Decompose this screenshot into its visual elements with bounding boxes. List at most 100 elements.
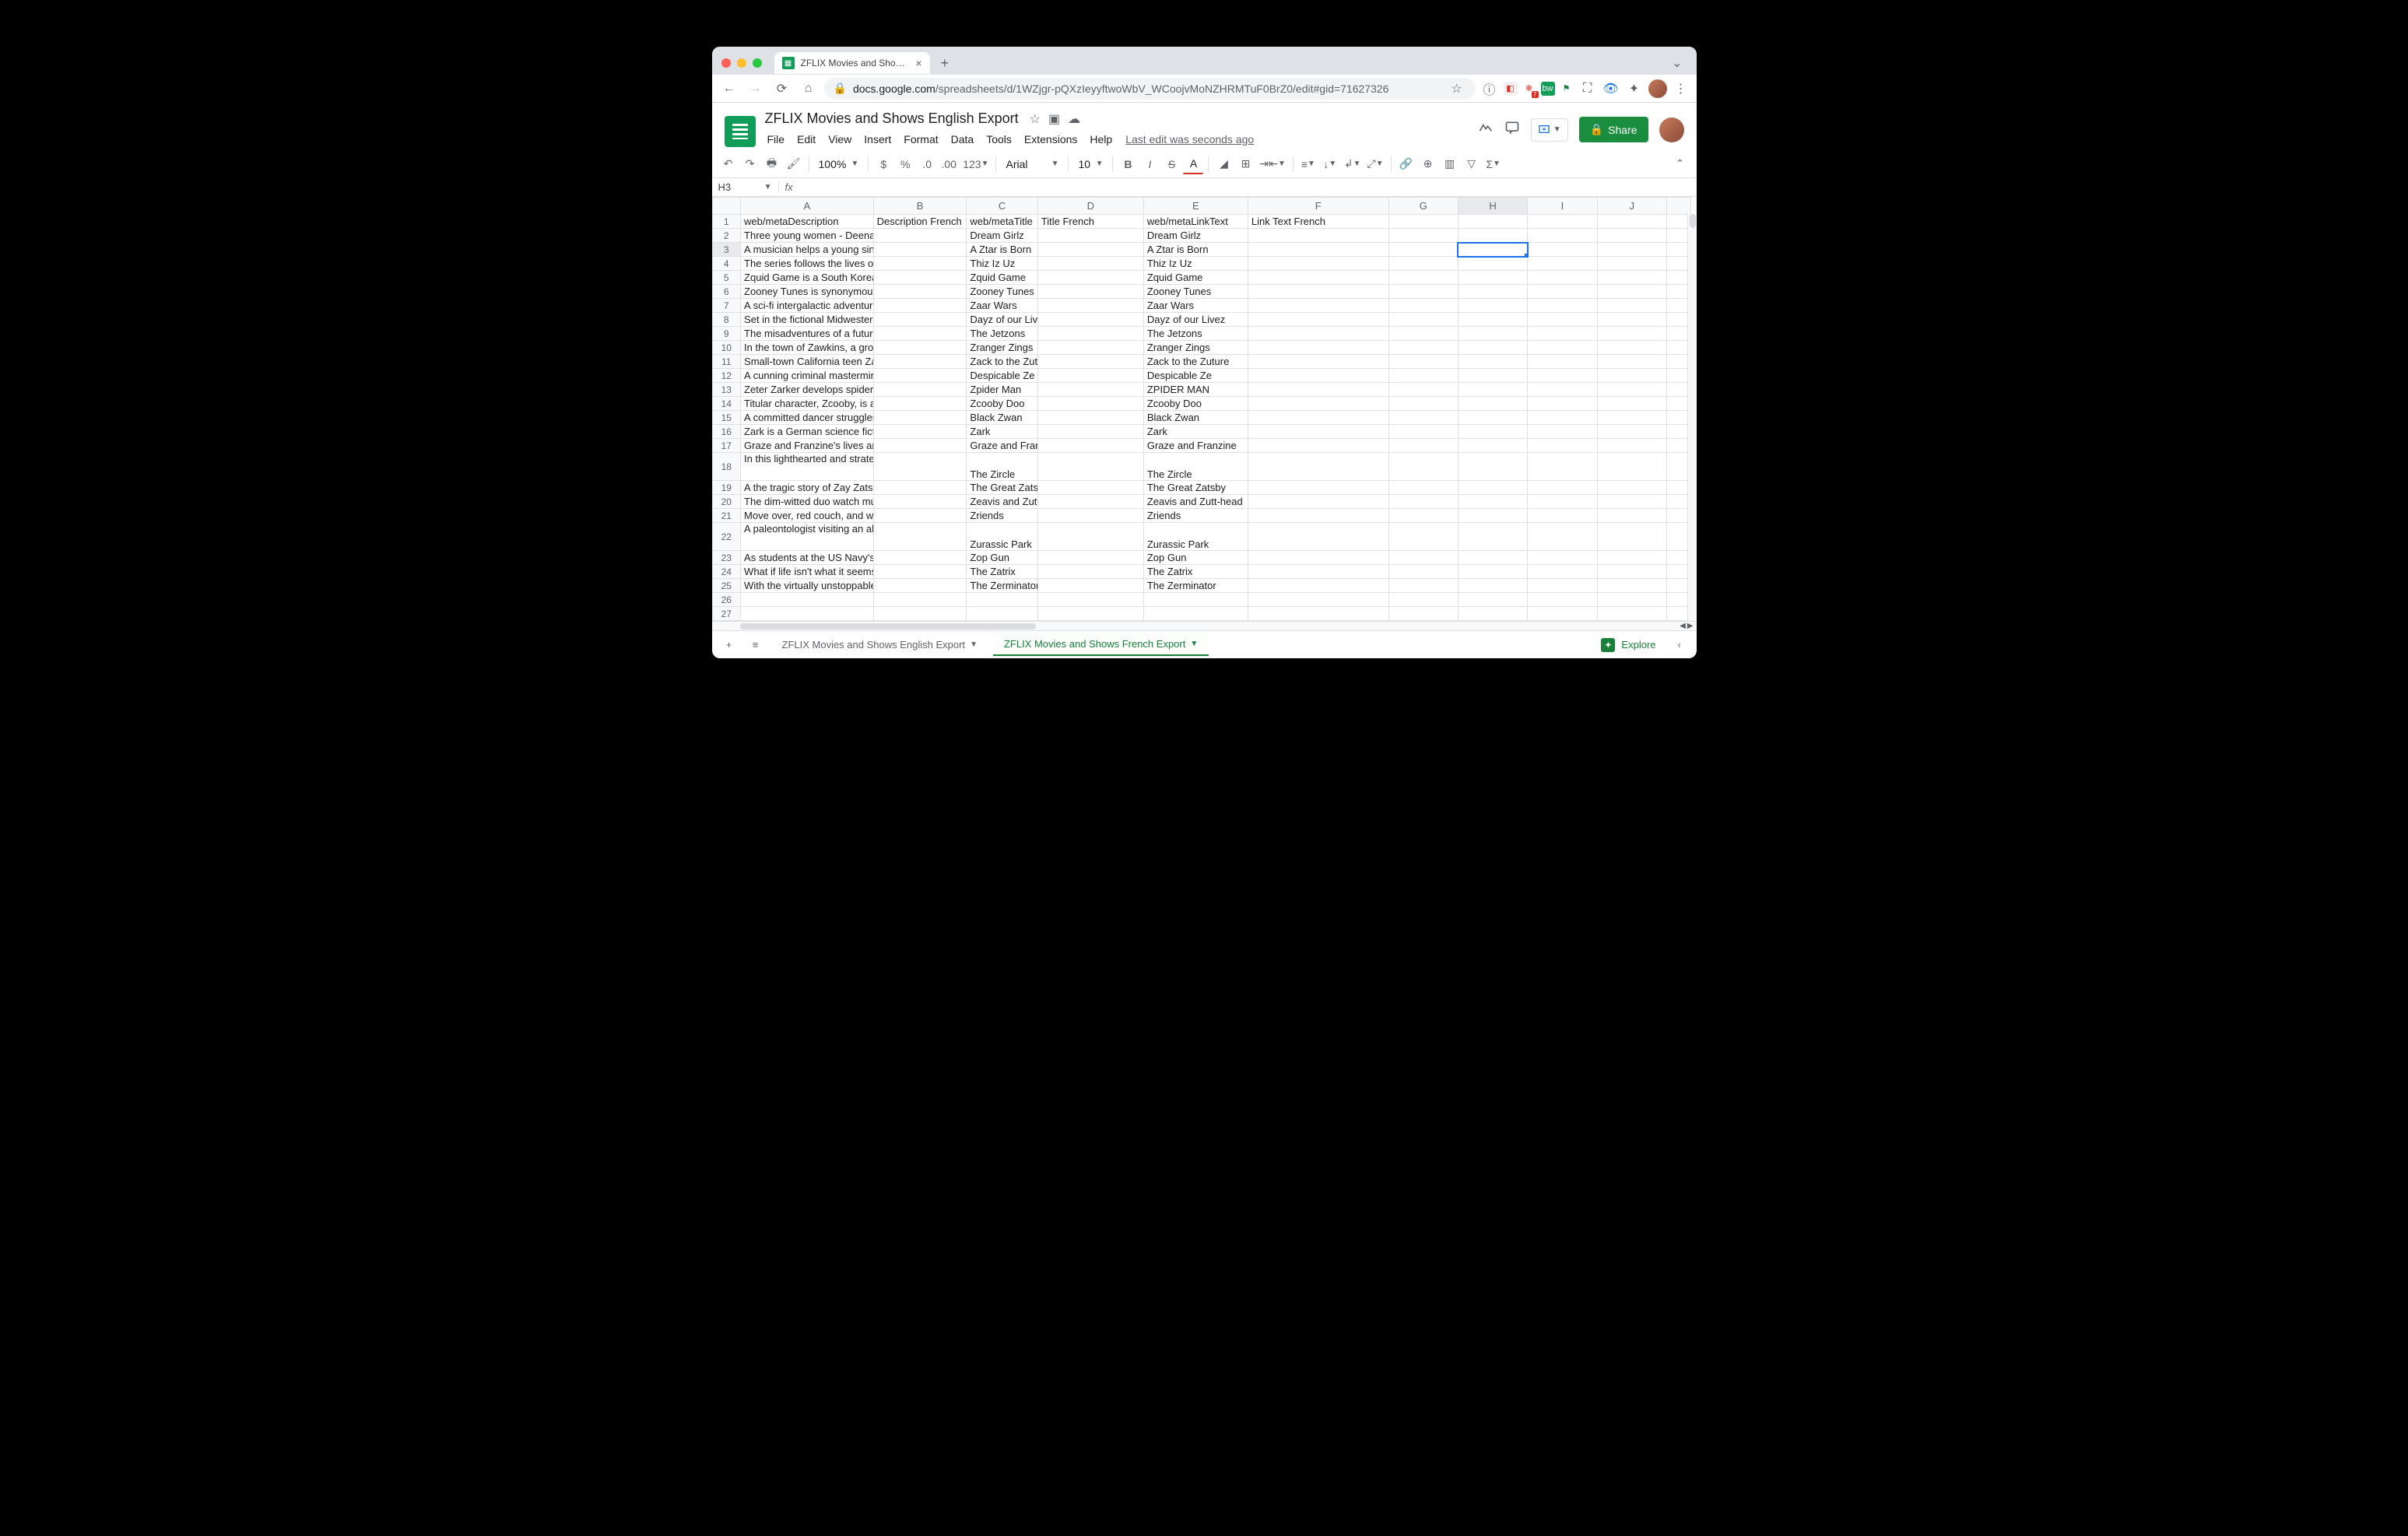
cell[interactable] [1388, 369, 1458, 383]
cell[interactable]: The series follows the lives of s [741, 257, 874, 271]
vertical-scrollbar[interactable] [1687, 214, 1695, 621]
cell[interactable] [1597, 355, 1666, 369]
browser-menu-icon[interactable]: ⋮ [1672, 79, 1690, 98]
cell[interactable] [1458, 397, 1527, 411]
cell[interactable] [1388, 523, 1458, 551]
close-window-button[interactable] [721, 58, 731, 68]
cell[interactable] [1528, 439, 1597, 453]
cell[interactable]: Dream Girlz [967, 229, 1037, 243]
cell[interactable] [1037, 453, 1143, 481]
cell[interactable] [1037, 481, 1143, 495]
menu-help[interactable]: Help [1084, 130, 1118, 149]
cell[interactable]: Zquid Game [967, 271, 1037, 285]
merge-button[interactable]: ⇥⇤▼ [1257, 154, 1287, 174]
spreadsheet-grid[interactable]: A B C D E F G H I J 1web/metaDescription… [712, 197, 1697, 621]
cell[interactable]: The misadventures of a futuristi [741, 327, 874, 341]
cell[interactable] [1143, 593, 1248, 607]
cell[interactable] [1037, 579, 1143, 593]
cell[interactable] [1037, 551, 1143, 565]
cell[interactable]: A cunning criminal mastermind [741, 369, 874, 383]
cell[interactable] [1388, 243, 1458, 257]
cell[interactable] [1458, 425, 1527, 439]
cell[interactable] [873, 523, 967, 551]
cell[interactable] [1458, 299, 1527, 313]
cell[interactable] [873, 453, 967, 481]
col-header-j[interactable]: J [1597, 198, 1666, 215]
cell[interactable] [1458, 481, 1527, 495]
cell[interactable] [1597, 299, 1666, 313]
cell[interactable] [873, 425, 967, 439]
cell[interactable]: Dayz of our Live [967, 313, 1037, 327]
reload-button[interactable]: ⟳ [771, 78, 793, 100]
col-header-h[interactable]: H [1458, 198, 1527, 215]
cell[interactable]: A musician helps a young singe [741, 243, 874, 257]
cell[interactable] [1597, 243, 1666, 257]
cell[interactable] [1248, 439, 1388, 453]
cell[interactable] [1458, 383, 1527, 397]
cell[interactable] [1388, 257, 1458, 271]
col-header-a[interactable]: A [741, 198, 874, 215]
cell[interactable] [1528, 411, 1597, 425]
home-button[interactable]: ⌂ [798, 78, 820, 100]
extension-crop-icon[interactable]: ⛶ [1578, 79, 1597, 98]
cell[interactable] [1037, 243, 1143, 257]
row-header[interactable]: 25 [712, 579, 741, 593]
cell[interactable]: Graze and Franzine [1143, 439, 1248, 453]
row-header[interactable]: 12 [712, 369, 741, 383]
cell[interactable] [1528, 285, 1597, 299]
cell[interactable] [1528, 257, 1597, 271]
v-align-button[interactable]: ↓▼ [1320, 154, 1340, 174]
cell[interactable] [1597, 495, 1666, 509]
currency-button[interactable]: $ [873, 154, 893, 174]
cell[interactable] [1248, 425, 1388, 439]
cell[interactable] [1388, 607, 1458, 621]
cell[interactable] [1528, 271, 1597, 285]
cell[interactable] [1458, 215, 1527, 229]
vertical-scroll-thumb[interactable] [1690, 214, 1696, 228]
cell[interactable]: Thiz Iz Uz [967, 257, 1037, 271]
sheet-tab-english[interactable]: ZFLIX Movies and Shows English Export▼ [771, 633, 988, 657]
extension-icon[interactable]: ◧ [1504, 82, 1518, 96]
menu-tools[interactable]: Tools [981, 130, 1017, 149]
cell[interactable] [1248, 607, 1388, 621]
cell[interactable] [1458, 313, 1527, 327]
selection-handle[interactable] [1525, 254, 1528, 257]
cell[interactable] [1597, 285, 1666, 299]
name-box[interactable]: H3▼ [712, 181, 779, 193]
cell[interactable] [1388, 579, 1458, 593]
cell[interactable] [873, 327, 967, 341]
cell[interactable] [1037, 523, 1143, 551]
cell[interactable]: In the town of Zawkins, a group [741, 341, 874, 355]
cell[interactable] [1458, 579, 1527, 593]
col-header-b[interactable]: B [873, 198, 967, 215]
cell[interactable]: The Zircle [1143, 453, 1248, 481]
row-header[interactable]: 23 [712, 551, 741, 565]
cell[interactable] [1458, 593, 1527, 607]
cell[interactable] [1597, 523, 1666, 551]
bold-button[interactable]: B [1118, 154, 1138, 174]
h-align-button[interactable]: ≡▼ [1298, 154, 1318, 174]
share-button[interactable]: 🔒 Share [1579, 117, 1648, 142]
cell[interactable] [873, 411, 967, 425]
menu-extensions[interactable]: Extensions [1019, 130, 1083, 149]
menu-data[interactable]: Data [946, 130, 980, 149]
star-document-icon[interactable]: ☆ [1030, 111, 1041, 127]
cell[interactable] [1388, 509, 1458, 523]
comments-icon[interactable] [1504, 120, 1520, 140]
cell[interactable] [1248, 355, 1388, 369]
back-button[interactable]: ← [718, 78, 740, 100]
row-header[interactable]: 9 [712, 327, 741, 341]
cell[interactable]: Zranger Zings [1143, 341, 1248, 355]
cell[interactable] [1037, 341, 1143, 355]
cell[interactable] [1388, 565, 1458, 579]
cell[interactable] [1458, 369, 1527, 383]
cell[interactable] [967, 607, 1037, 621]
cell[interactable] [1458, 257, 1527, 271]
cell[interactable] [1037, 257, 1143, 271]
cell[interactable] [1248, 495, 1388, 509]
cell[interactable] [1143, 607, 1248, 621]
cell[interactable] [1388, 439, 1458, 453]
cell[interactable]: The Jetzons [967, 327, 1037, 341]
cell[interactable] [1458, 229, 1527, 243]
cell[interactable]: Black Zwan [1143, 411, 1248, 425]
